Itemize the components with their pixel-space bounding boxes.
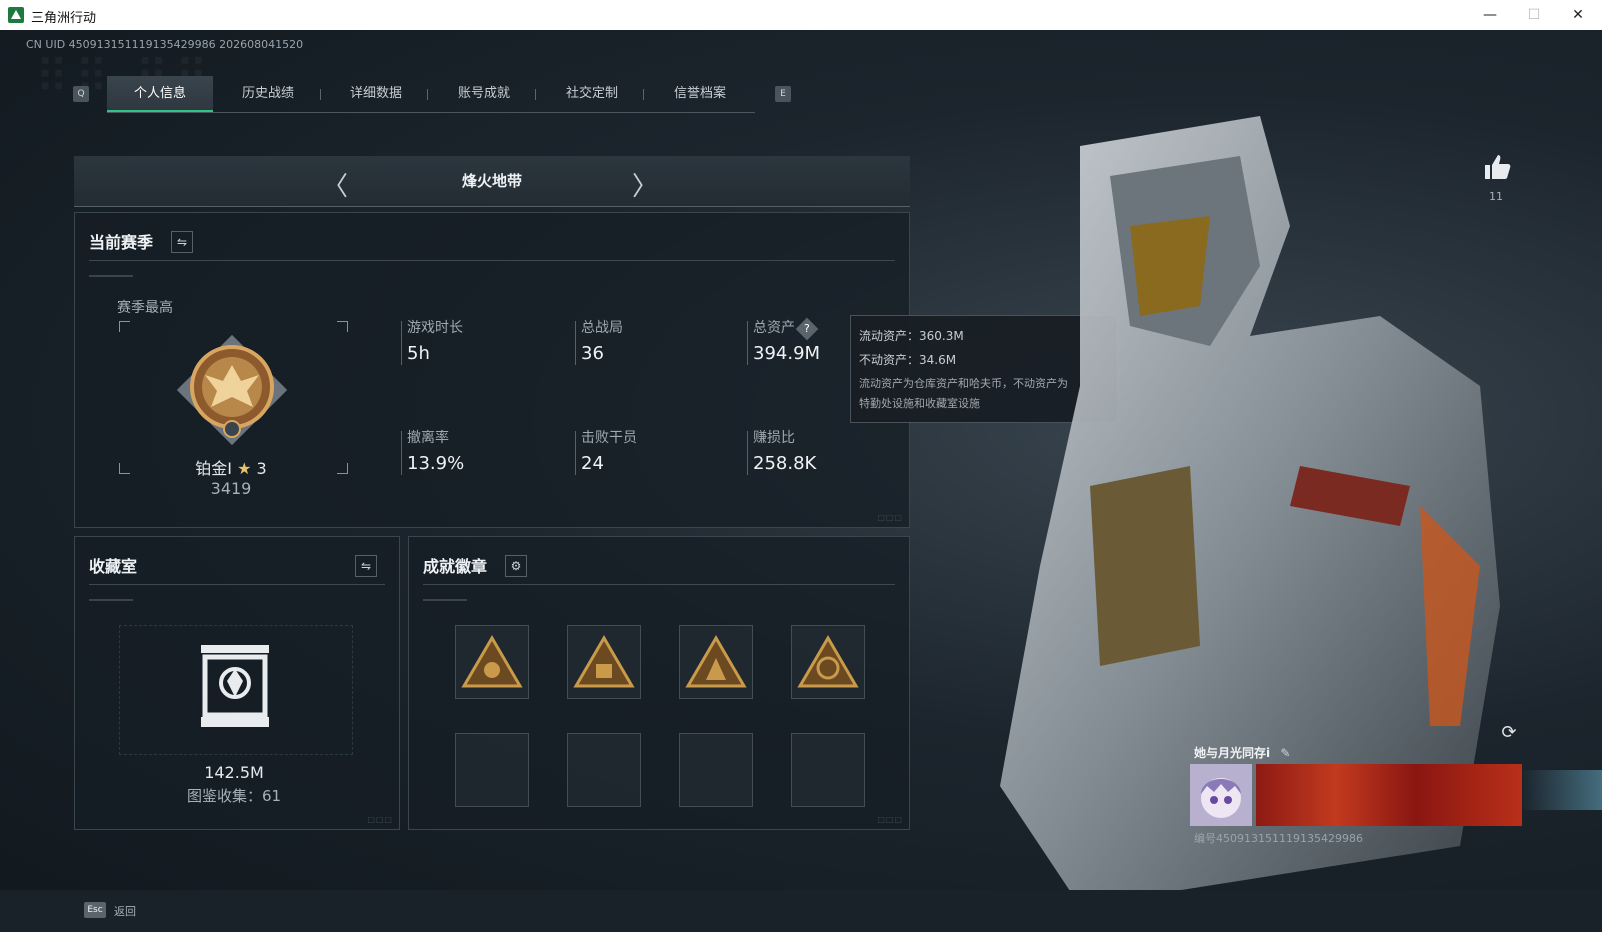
rank-name-row: 铂金I ★ 3	[121, 455, 341, 479]
side-light-decoration	[1520, 770, 1602, 810]
tab-social[interactable]: 社交定制	[539, 76, 645, 112]
tab-reputation[interactable]: 信誉档案	[647, 76, 753, 112]
window-title: 三角洲行动	[31, 11, 97, 26]
player-name: 她与月光同存i	[1194, 746, 1271, 760]
tab-details[interactable]: 详细数据	[323, 76, 429, 112]
swap-icon[interactable]: ⇋	[355, 555, 377, 577]
rank-score: 3419	[210, 479, 252, 498]
like-count: 11	[1489, 190, 1503, 203]
maximize-button[interactable]: ☐	[1514, 4, 1554, 26]
achievement-badge-icon	[797, 635, 859, 688]
app-icon	[8, 7, 24, 23]
achievement-badge-icon	[685, 635, 747, 688]
help-icon[interactable]: ?	[796, 317, 819, 341]
tab-prev-key[interactable]: Q	[73, 86, 89, 102]
empty-badge-slot[interactable]	[791, 733, 865, 807]
badges-title: 成就徽章	[423, 557, 488, 576]
thumbs-up-icon[interactable]	[1482, 152, 1512, 182]
footer-bar: Esc 返回	[0, 890, 1602, 932]
empty-badge-slot[interactable]	[679, 733, 753, 807]
stat-profit-loss-ratio: 赚损比 258.8K	[753, 430, 817, 474]
badges-panel: 成就徽章 ⚙ □□□	[408, 536, 910, 830]
season-best-label: 赛季最高	[117, 300, 173, 316]
swap-icon[interactable]: ⇋	[171, 231, 193, 253]
stat-play-time: 游戏时长 5h	[407, 320, 463, 364]
uid-line: CN UID 450913151119135429986 20260804152…	[26, 38, 304, 51]
current-season-title: 当前赛季	[89, 233, 154, 252]
current-season-panel: 当前赛季 ⇋ 赛季最高 铂金I ★ 3 3419 游戏时长5h 总战局36	[74, 212, 910, 528]
empty-badge-slot[interactable]	[567, 733, 641, 807]
gear-icon[interactable]: ⚙	[505, 555, 527, 577]
rank-emblem-icon	[176, 334, 288, 446]
title-bar: 三角洲行动 — ☐ ✕	[0, 0, 1602, 30]
collection-panel: 收藏室 ⇋ 142.5M 图鉴收集：61 □□□	[74, 536, 400, 830]
tab-achievements[interactable]: 账号成就	[431, 76, 537, 112]
star-icon: ★	[237, 459, 252, 478]
close-button[interactable]: ✕	[1558, 4, 1598, 26]
stat-operators-defeated: 击败干员 24	[581, 430, 637, 474]
collection-count: 图鉴收集：61	[186, 787, 282, 805]
mode-selector: 〈 烽火地带 〉	[74, 156, 910, 207]
chevron-right-icon[interactable]: 〉	[632, 166, 658, 203]
refresh-icon[interactable]: ⟳	[1498, 722, 1520, 744]
achievement-badge-icon	[573, 635, 635, 688]
avatar[interactable]	[1190, 764, 1252, 826]
collection-value: 142.5M	[204, 763, 264, 782]
stat-total-assets: 总资产 ? 394.9M	[753, 317, 820, 364]
badge-slot[interactable]	[455, 625, 529, 699]
stat-total-matches: 总战局 36	[581, 320, 623, 364]
display-case-icon	[201, 645, 269, 727]
badge-slot[interactable]	[791, 625, 865, 699]
player-uid: 编号450913151119135429986	[1194, 832, 1363, 845]
badge-slot[interactable]	[567, 625, 641, 699]
tab-row: 个人信息 历史战绩 详细数据 账号成就 社交定制 信誉档案	[107, 76, 755, 113]
player-name-row: 她与月光同存i ✎	[1194, 744, 1290, 761]
tab-next-key[interactable]: E	[775, 86, 791, 102]
tab-history[interactable]: 历史战绩	[215, 76, 321, 112]
mode-title: 烽火地带	[461, 172, 522, 190]
edit-icon[interactable]: ✎	[1280, 746, 1290, 760]
card-banner	[1256, 764, 1522, 826]
game-viewport: ⠿⠿ ⠿⠿ CN UID 450913151119135429986 20260…	[0, 30, 1602, 932]
tab-bar: Q 个人信息 历史战绩 详细数据 账号成就 社交定制 信誉档案 E	[70, 76, 800, 113]
empty-badge-slot[interactable]	[455, 733, 529, 807]
minimize-button[interactable]: —	[1470, 4, 1510, 26]
collection-title: 收藏室	[89, 557, 138, 576]
back-label[interactable]: 返回	[114, 903, 136, 919]
rank-name: 铂金I	[195, 459, 232, 478]
esc-key[interactable]: Esc	[84, 902, 106, 918]
tab-personal-info[interactable]: 个人信息	[107, 76, 213, 112]
avatar-image	[1201, 778, 1241, 818]
badge-slot[interactable]	[679, 625, 753, 699]
rank-stars: 3	[256, 459, 267, 478]
stat-extraction-rate: 撤离率 13.9%	[407, 430, 465, 474]
player-card[interactable]: 她与月光同存i ✎ 编号450913151119135429986	[1190, 742, 1525, 852]
achievement-badge-icon	[461, 635, 523, 688]
